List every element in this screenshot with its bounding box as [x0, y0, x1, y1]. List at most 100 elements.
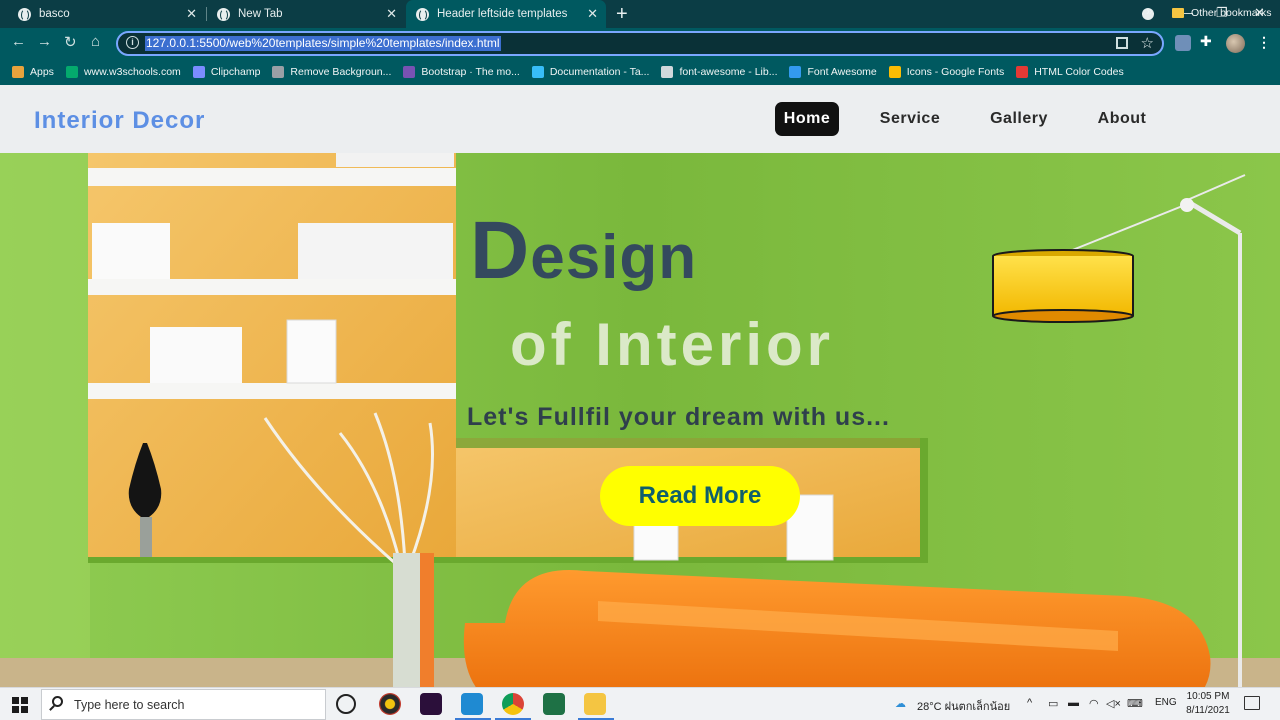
bootstrap-icon: [403, 66, 416, 78]
tab-title: basco: [39, 8, 70, 20]
nav-service[interactable]: Service: [870, 102, 950, 136]
w3schools-icon: [65, 66, 78, 78]
obs-icon[interactable]: [379, 693, 401, 715]
more-bookmarks-chevron-icon[interactable]: »: [1146, 4, 1153, 18]
windows-taskbar: Type here to search ☁ 28°C ฝนตกเล็กน้อย …: [0, 687, 1280, 720]
battery-icon[interactable]: ▬: [1068, 697, 1079, 709]
url-text[interactable]: 127.0.0.1:5500/web%20templates/simple%20…: [145, 36, 501, 51]
clock-time: 10:05 PM: [1186, 691, 1230, 702]
bookmark-item[interactable]: font-awesome - Lib...: [661, 66, 777, 78]
extensions-puzzle-icon[interactable]: ✚: [1200, 33, 1216, 49]
bookmark-item[interactable]: Remove Backgroun...: [272, 66, 391, 78]
address-bar[interactable]: i 127.0.0.1:5500/web%20templates/simple%…: [116, 31, 1164, 56]
excel-icon[interactable]: [543, 693, 565, 715]
folder-icon: [1172, 8, 1184, 18]
close-tab-icon[interactable]: ✕: [386, 6, 397, 22]
home-icon[interactable]: ⌂: [91, 33, 100, 50]
tailwind-icon: [531, 66, 544, 78]
read-more-button[interactable]: Read More: [600, 466, 800, 526]
bookmark-item[interactable]: Clipchamp: [192, 66, 261, 78]
code-brackets-icon: [661, 66, 674, 78]
bookmark-label: font-awesome - Lib...: [679, 66, 778, 78]
hero-heading-initial: D: [470, 205, 531, 296]
chrome-icon[interactable]: [502, 693, 524, 715]
system-clock[interactable]: 10:05 PM 8/11/2021: [1180, 690, 1236, 718]
site-logo[interactable]: Interior Decor: [34, 107, 205, 135]
clock-date: 8/11/2021: [1186, 705, 1230, 716]
bookmark-item[interactable]: Icons - Google Fonts: [888, 66, 1005, 78]
bookmark-label: www.w3schools.com: [83, 66, 181, 78]
tab-title: Header leftside templates: [437, 8, 568, 20]
bookmark-label: Apps: [30, 66, 54, 78]
tab-new-tab[interactable]: New Tab ✕: [207, 0, 405, 28]
extension-icon[interactable]: [1175, 35, 1191, 51]
globe-icon: [416, 7, 429, 21]
forward-icon[interactable]: →: [37, 33, 52, 50]
bookmark-item[interactable]: Apps: [12, 66, 54, 78]
vscode-icon[interactable]: [461, 693, 483, 715]
wifi-icon[interactable]: ◠: [1089, 697, 1099, 710]
apps-grid-icon: [12, 66, 24, 78]
clipchamp-icon: [192, 66, 205, 78]
new-tab-plus-icon[interactable]: +: [616, 3, 628, 26]
tab-title: New Tab: [238, 8, 283, 20]
qr-code-icon[interactable]: [1116, 37, 1128, 49]
bookmark-item[interactable]: www.w3schools.com: [65, 66, 181, 78]
bookmark-item[interactable]: Documentation - Ta...: [531, 66, 650, 78]
nav-home[interactable]: Home: [775, 102, 839, 136]
nav-about[interactable]: About: [1090, 102, 1154, 136]
windows-start-icon[interactable]: [12, 697, 28, 713]
browser-menu-icon[interactable]: ⋮: [1257, 34, 1271, 51]
color-codes-icon: [1016, 66, 1029, 78]
bookmarks-bar: Apps www.w3schools.com Clipchamp Remove Bac…: [0, 59, 1280, 85]
file-explorer-icon[interactable]: [584, 693, 606, 715]
bookmark-label: Clipchamp: [210, 66, 261, 78]
bookmark-item[interactable]: HTML Color Codes: [1016, 66, 1124, 78]
bookmark-item[interactable]: Bootstrap · The mo...: [403, 66, 520, 78]
bookmark-label: Documentation - Ta...: [549, 66, 650, 78]
keyboard-icon[interactable]: ⌨: [1127, 697, 1143, 710]
bookmark-label: Bootstrap · The mo...: [421, 66, 520, 78]
tray-chevron-up-icon[interactable]: ^: [1027, 697, 1032, 709]
bookmark-label: Remove Backgroun...: [290, 66, 392, 78]
flag-icon: [789, 66, 802, 78]
media-app-icon[interactable]: [420, 693, 442, 715]
google-fonts-icon: [888, 66, 901, 78]
back-icon[interactable]: ←: [11, 33, 26, 50]
chrome-icon: [217, 7, 230, 21]
hero-tagline: Let's Fullfil your dream with us...: [467, 403, 890, 431]
bookmark-label: Icons - Google Fonts: [906, 66, 1005, 78]
tab-basco[interactable]: basco ✕: [0, 0, 205, 28]
hero-subheading: of Interior: [510, 311, 834, 378]
browser-toolbar: ← → ↻ ⌂ i 127.0.0.1:5500/web%20templates…: [0, 28, 1280, 59]
reload-icon[interactable]: ↻: [64, 33, 77, 51]
hero-heading-rest: esign: [530, 223, 698, 292]
close-tab-icon[interactable]: ✕: [587, 6, 598, 22]
bookmark-label: Font Awesome: [807, 66, 877, 78]
site-header: Interior Decor Home Service Gallery Abou…: [0, 85, 1280, 153]
other-bookmarks-label: Other bookmarks: [1191, 7, 1272, 19]
meet-now-icon[interactable]: ▭: [1048, 697, 1058, 710]
search-icon: [52, 696, 63, 707]
hero-heading-design: Design: [470, 210, 697, 299]
tab-header-leftside-templates[interactable]: Header leftside templates ✕: [406, 0, 606, 28]
bookmark-label: HTML Color Codes: [1034, 66, 1124, 78]
notifications-icon[interactable]: [1244, 696, 1260, 710]
remove-bg-icon: [272, 66, 285, 78]
taskbar-search-box[interactable]: Type here to search: [41, 689, 326, 720]
weather-text[interactable]: 28°C ฝนตกเล็กน้อย: [917, 697, 1010, 715]
volume-muted-icon[interactable]: ◁×: [1106, 697, 1121, 710]
language-indicator[interactable]: ENG: [1155, 697, 1177, 708]
profile-avatar[interactable]: [1226, 34, 1245, 53]
nav-gallery[interactable]: Gallery: [980, 102, 1058, 136]
close-tab-icon[interactable]: ✕: [186, 6, 197, 22]
taskbar-search-placeholder: Type here to search: [74, 698, 185, 712]
bookmark-item[interactable]: Font Awesome: [789, 66, 877, 78]
site-info-icon[interactable]: i: [126, 36, 139, 49]
weather-icon[interactable]: ☁: [895, 697, 906, 710]
globe-icon: [18, 7, 31, 21]
bookmark-star-icon[interactable]: ☆: [1141, 34, 1154, 52]
browser-tab-strip: basco ✕ New Tab ✕ Header leftside templa…: [0, 0, 1280, 28]
cortana-icon[interactable]: [336, 694, 356, 714]
other-bookmarks-folder[interactable]: Other bookmarks: [1172, 0, 1272, 26]
